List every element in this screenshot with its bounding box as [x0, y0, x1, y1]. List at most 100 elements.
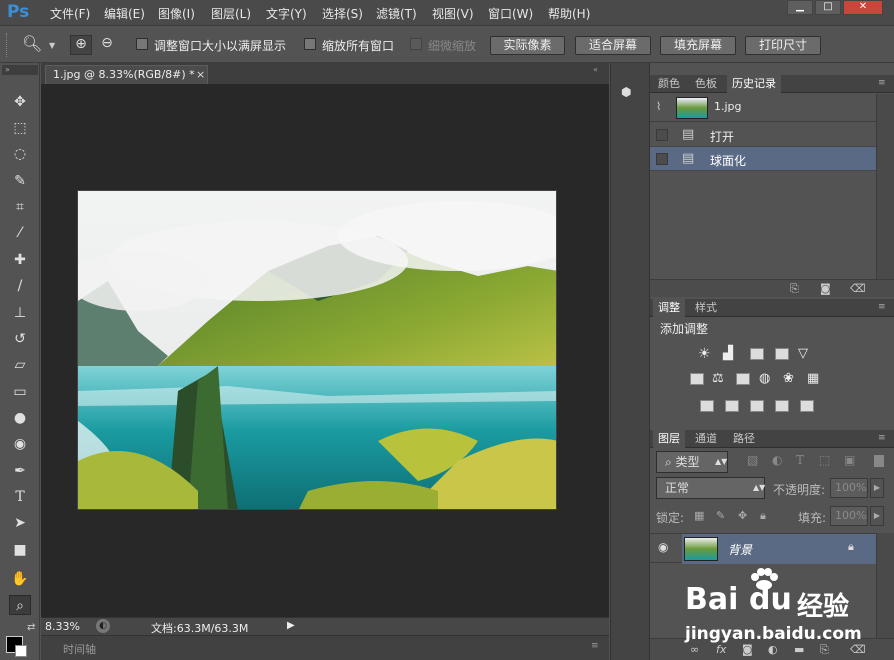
tab-styles[interactable]: 样式 [690, 299, 722, 317]
eye-visibility-icon[interactable]: ◉ [658, 540, 668, 554]
invert-icon[interactable] [700, 400, 714, 412]
menu-image[interactable]: 图像(I) [158, 5, 195, 22]
swap-colors-icon[interactable]: ⇄ [27, 622, 35, 633]
filter-adjustment-icon[interactable]: ◐ [772, 453, 782, 467]
lock-position-icon[interactable]: ✥ [738, 509, 747, 522]
zoom-all-windows-checkbox[interactable] [304, 38, 316, 50]
rectangle-tool-icon[interactable]: ■ [9, 540, 31, 560]
pen-tool-icon[interactable]: ✒ [9, 461, 31, 481]
fill-input[interactable]: 100% [830, 506, 868, 526]
menu-edit[interactable]: 编辑(E) [104, 5, 145, 22]
photo-filter-icon[interactable]: ◍ [759, 371, 770, 386]
quick-selection-tool-icon[interactable]: ✎ [9, 171, 31, 191]
history-snapshot[interactable]: ⌇ 1.jpg [650, 94, 876, 122]
layer-name[interactable]: 背景 [728, 541, 752, 558]
dodge-tool-icon[interactable]: ◉ [9, 434, 31, 454]
zoom-level[interactable]: 8.33% [45, 620, 80, 633]
history-item-selected[interactable]: ▤ 球面化 [650, 147, 876, 171]
panel-menu-icon[interactable]: ≡ [878, 78, 886, 88]
print-size-button[interactable]: 打印尺寸 [745, 36, 821, 55]
chevron-down-icon[interactable]: ▼ [49, 41, 55, 50]
tab-swatches[interactable]: 色板 [690, 75, 722, 93]
eyedropper-tool-icon[interactable]: ⁄ [9, 223, 31, 243]
selective-color-icon[interactable] [800, 400, 814, 412]
tab-history[interactable]: 历史记录 [727, 75, 781, 93]
actual-pixels-button[interactable]: 实际像素 [490, 36, 565, 55]
scrubby-zoom-checkbox[interactable] [410, 38, 422, 50]
background-color-swatch[interactable] [15, 645, 27, 657]
grip-handle[interactable] [6, 33, 10, 57]
eraser-tool-icon[interactable]: ▱ [9, 355, 31, 375]
zoom-tool-icon[interactable]: ⌕ [9, 595, 31, 615]
fill-screen-button[interactable]: 填充屏幕 [660, 36, 736, 55]
lasso-tool-icon[interactable]: ◌ [9, 144, 31, 164]
brightness-contrast-icon[interactable]: ☀ [698, 346, 711, 362]
crop-tool-icon[interactable]: ⌗ [9, 197, 31, 217]
color-balance-icon[interactable]: ⚖ [712, 371, 724, 386]
black-white-icon[interactable] [736, 373, 750, 385]
filter-pixel-icon[interactable]: ▧ [747, 453, 758, 467]
vibrance-icon[interactable]: ▽ [798, 346, 808, 361]
healing-brush-tool-icon[interactable]: ✚ [9, 250, 31, 270]
history-source-checkbox[interactable] [656, 129, 668, 141]
trash-icon[interactable]: ⌫ [850, 282, 866, 295]
filter-type-icon[interactable]: T [796, 453, 804, 467]
hue-saturation-icon[interactable] [690, 373, 704, 385]
hand-tool-icon[interactable]: ✋ [9, 569, 31, 589]
exposure-icon[interactable] [775, 348, 789, 360]
zoom-out-icon[interactable]: ⊖ [96, 35, 118, 55]
history-brush-tool-icon[interactable]: ↺ [9, 329, 31, 349]
tab-paths[interactable]: 路径 [728, 430, 760, 448]
menu-file[interactable]: 文件(F) [50, 5, 90, 22]
tab-adjustments[interactable]: 调整 [653, 299, 685, 317]
lock-all-icon[interactable]: 🔒︎ [760, 509, 766, 523]
menu-window[interactable]: 窗口(W) [488, 5, 533, 22]
resize-windows-checkbox[interactable] [136, 38, 148, 50]
posterize-icon[interactable] [725, 400, 739, 412]
menu-filter[interactable]: 滤镜(T) [376, 5, 417, 22]
filter-toggle[interactable] [874, 455, 884, 467]
timeline-tab[interactable]: 时间轴 [63, 641, 96, 657]
document-tab[interactable]: 1.jpg @ 8.33%(RGB/8#) * × [45, 65, 208, 84]
layer-filter-dropdown[interactable]: ⌕ 类型 ▲▼ [656, 451, 728, 473]
new-document-icon[interactable]: ⎘ [790, 282, 799, 296]
history-item[interactable]: ▤ 打开 [650, 123, 876, 147]
menu-view[interactable]: 视图(V) [432, 5, 474, 22]
maximize-button[interactable]: □ [815, 0, 841, 15]
lock-transparent-icon[interactable]: ▦ [694, 509, 704, 522]
gradient-map-icon[interactable] [775, 400, 789, 412]
history-source-checkbox[interactable] [656, 153, 668, 165]
menu-layer[interactable]: 图层(L) [211, 5, 251, 22]
opacity-input[interactable]: 100% [830, 478, 868, 498]
filter-smart-object-icon[interactable]: ▣ [844, 453, 855, 467]
color-lookup-icon[interactable]: ▦ [807, 371, 819, 386]
document-canvas-image[interactable] [77, 190, 557, 510]
lock-image-icon[interactable]: ✎ [716, 509, 725, 522]
fit-screen-button[interactable]: 适合屏幕 [575, 36, 651, 55]
levels-icon[interactable]: ▟ [723, 346, 733, 361]
close-window-button[interactable]: ✕ [843, 0, 883, 15]
history-scrollbar[interactable] [876, 94, 894, 279]
threshold-icon[interactable] [750, 400, 764, 412]
opacity-slider-arrow-icon[interactable]: ▶ [870, 478, 884, 498]
panel-menu-icon[interactable]: ≡ [878, 302, 886, 312]
zoom-tool-preset-icon[interactable]: 🔍︎ [22, 34, 48, 56]
brush-tool-icon[interactable]: / [9, 276, 31, 296]
move-tool-icon[interactable]: ✥ [9, 92, 31, 112]
tab-channels[interactable]: 通道 [690, 430, 722, 448]
panel-menu-icon[interactable]: ≡ [878, 433, 886, 443]
toolbar-collapse-icon[interactable]: » [2, 65, 38, 75]
panel-expand-icon[interactable]: « [593, 65, 598, 74]
status-info-icon[interactable]: ◐ [96, 619, 110, 633]
tab-layers[interactable]: 图层 [653, 430, 685, 448]
marquee-tool-icon[interactable]: ⬚ [9, 118, 31, 138]
minimize-button[interactable]: ▁ [787, 0, 813, 15]
path-selection-tool-icon[interactable]: ➤ [9, 513, 31, 533]
gradient-tool-icon[interactable]: ▭ [9, 382, 31, 402]
menu-help[interactable]: 帮助(H) [548, 5, 590, 22]
menu-type[interactable]: 文字(Y) [266, 5, 307, 22]
fill-slider-arrow-icon[interactable]: ▶ [870, 506, 884, 526]
tab-color[interactable]: 颜色 [653, 75, 685, 93]
status-menu-arrow-icon[interactable]: ▶ [287, 620, 295, 631]
channel-mixer-icon[interactable]: ❀ [783, 371, 794, 386]
